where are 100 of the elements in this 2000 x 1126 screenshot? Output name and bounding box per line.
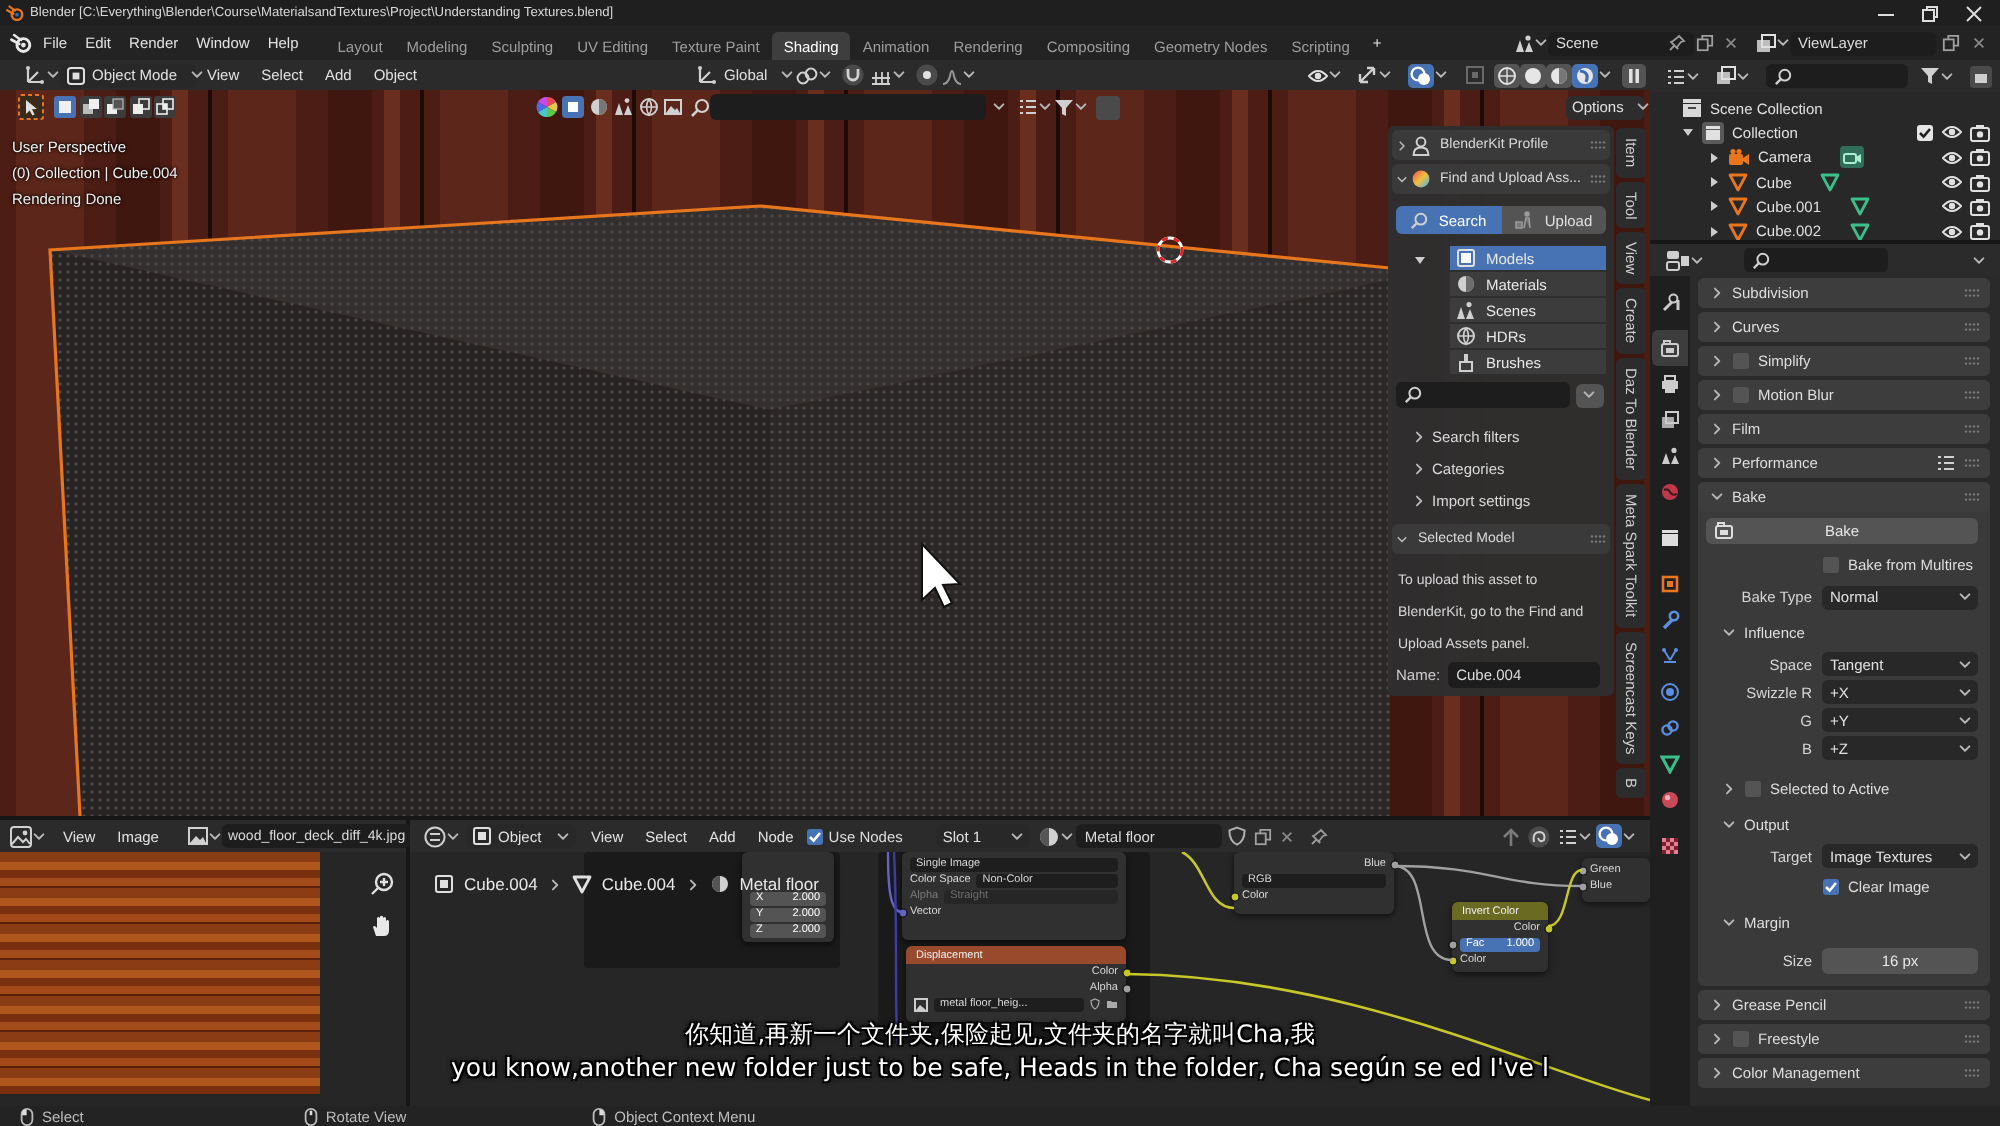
restore-icon[interactable] bbox=[1920, 3, 1940, 23]
socket-icon[interactable] bbox=[1121, 983, 1131, 993]
image-icon[interactable] bbox=[914, 997, 928, 1011]
pin-icon[interactable] bbox=[1310, 827, 1329, 845]
drag-handle-icon[interactable] bbox=[1964, 492, 1980, 502]
axes-icon[interactable] bbox=[696, 64, 719, 86]
triangle-down-icon[interactable] bbox=[1414, 254, 1426, 266]
camera-icon[interactable] bbox=[1970, 173, 1990, 192]
image-icon[interactable] bbox=[662, 96, 684, 118]
socket-icon[interactable] bbox=[1577, 881, 1587, 891]
shield-icon[interactable] bbox=[1090, 998, 1100, 1010]
drag-handle-icon[interactable] bbox=[1964, 1000, 1980, 1010]
eye-icon[interactable] bbox=[1942, 223, 1962, 240]
circle-lines-icon[interactable] bbox=[424, 825, 446, 847]
rectangle-tile-icon[interactable] bbox=[1970, 65, 1992, 87]
filter-icon[interactable] bbox=[1920, 66, 1940, 86]
dot-circle-icon[interactable] bbox=[916, 64, 939, 86]
checkbox[interactable] bbox=[1822, 555, 1840, 573]
folder-icon[interactable] bbox=[1106, 998, 1118, 1010]
socket-icon[interactable] bbox=[1389, 859, 1399, 869]
sphere-icon[interactable] bbox=[1038, 825, 1061, 847]
eye-icon[interactable] bbox=[1942, 174, 1962, 191]
triangle-down-icon[interactable] bbox=[1682, 126, 1694, 139]
drag-handle-icon[interactable] bbox=[1964, 458, 1980, 468]
pin-icon[interactable] bbox=[1668, 34, 1686, 52]
socket-icon[interactable] bbox=[1447, 955, 1457, 965]
triangle-right-icon[interactable] bbox=[1708, 151, 1720, 164]
filter-icon[interactable] bbox=[1054, 97, 1074, 117]
search-field[interactable] bbox=[1396, 382, 1570, 408]
checkbox[interactable] bbox=[1916, 123, 1934, 142]
eye-icon[interactable] bbox=[1942, 198, 1962, 215]
list-icon[interactable] bbox=[1936, 454, 1956, 472]
image-icon[interactable] bbox=[187, 826, 208, 846]
eye-icon[interactable] bbox=[1308, 67, 1329, 83]
intersect-selection-icon[interactable] bbox=[154, 96, 176, 118]
subtract-selection-icon[interactable] bbox=[104, 96, 126, 118]
select-box-icon[interactable] bbox=[18, 94, 44, 120]
properties-tab[interactable] bbox=[1652, 330, 1688, 366]
square-icon[interactable] bbox=[562, 96, 584, 118]
sphere-icon[interactable] bbox=[587, 96, 609, 118]
cones-icon[interactable] bbox=[612, 96, 634, 118]
checkbox[interactable] bbox=[1822, 878, 1840, 896]
wireframe-sphere-icon[interactable] bbox=[1494, 63, 1521, 87]
spiral-icon[interactable] bbox=[1528, 825, 1550, 847]
camera-icon[interactable] bbox=[1970, 197, 1990, 216]
drag-handle-icon[interactable] bbox=[1590, 534, 1606, 544]
checkbox[interactable] bbox=[806, 827, 825, 845]
copy-icon[interactable] bbox=[1942, 34, 1960, 52]
half-sphere-icon[interactable] bbox=[1546, 63, 1573, 87]
search-field[interactable] bbox=[1744, 248, 1888, 272]
copy-icon[interactable] bbox=[1696, 34, 1714, 52]
triangle-right-icon[interactable] bbox=[1708, 200, 1720, 213]
camera-icon[interactable] bbox=[1970, 222, 1990, 240]
axes-icon[interactable] bbox=[24, 64, 46, 86]
globe-icon[interactable] bbox=[637, 96, 659, 118]
nested-squares-icon[interactable] bbox=[1464, 64, 1487, 86]
socket-icon[interactable] bbox=[1229, 891, 1239, 901]
invert-selection-icon[interactable] bbox=[129, 96, 151, 118]
zoom-in-icon[interactable] bbox=[370, 872, 394, 896]
drag-handle-icon[interactable] bbox=[1964, 424, 1980, 434]
magnet-icon[interactable] bbox=[842, 64, 865, 86]
triangle-right-icon[interactable] bbox=[1708, 176, 1720, 189]
copy-icon[interactable] bbox=[1254, 827, 1273, 845]
search-field[interactable] bbox=[710, 94, 986, 120]
list-icon[interactable] bbox=[1018, 98, 1038, 116]
shield-icon[interactable] bbox=[1228, 826, 1247, 846]
socket-icon[interactable] bbox=[1447, 939, 1457, 949]
list-icon[interactable] bbox=[1666, 67, 1686, 85]
up-arrow-icon[interactable] bbox=[1500, 825, 1522, 847]
cones-icon[interactable] bbox=[1514, 33, 1534, 53]
drag-handle-icon[interactable] bbox=[1590, 140, 1606, 150]
hand-icon[interactable] bbox=[370, 914, 394, 938]
arrows-icon[interactable] bbox=[1356, 64, 1379, 86]
list-icon[interactable] bbox=[1558, 827, 1578, 845]
drag-handle-icon[interactable] bbox=[1964, 322, 1980, 332]
drag-handle-icon[interactable] bbox=[1964, 288, 1980, 298]
shaded-sphere-icon[interactable] bbox=[1572, 63, 1599, 87]
rings-icon[interactable] bbox=[796, 65, 819, 85]
search-field[interactable] bbox=[1766, 64, 1908, 88]
checkbox[interactable] bbox=[1744, 779, 1762, 797]
socket-icon[interactable] bbox=[1577, 865, 1587, 875]
drag-handle-icon[interactable] bbox=[1964, 390, 1980, 400]
drag-handle-icon[interactable] bbox=[1964, 1068, 1980, 1078]
overlapping-circles-icon[interactable] bbox=[1408, 63, 1435, 87]
socket-icon[interactable] bbox=[1543, 923, 1553, 933]
picture-frame-icon[interactable] bbox=[10, 825, 32, 847]
dropdown-button[interactable] bbox=[1576, 383, 1604, 407]
eye-icon[interactable] bbox=[1942, 124, 1962, 141]
extend-selection-icon[interactable] bbox=[79, 96, 101, 118]
overlapping-circles-icon[interactable] bbox=[1596, 824, 1622, 848]
solid-sphere-icon[interactable] bbox=[1520, 63, 1547, 87]
drag-handle-icon[interactable] bbox=[1964, 356, 1980, 366]
camera-icon[interactable] bbox=[1970, 148, 1990, 167]
pause-icon[interactable] bbox=[1622, 63, 1647, 87]
drag-handle-icon[interactable] bbox=[1590, 174, 1606, 184]
new-selection-icon[interactable] bbox=[54, 96, 76, 118]
drag-handle-icon[interactable] bbox=[1964, 1034, 1980, 1044]
eye-icon[interactable] bbox=[1942, 149, 1962, 166]
camera-icon[interactable] bbox=[1970, 123, 1990, 142]
bell-curve-icon[interactable] bbox=[942, 65, 963, 85]
